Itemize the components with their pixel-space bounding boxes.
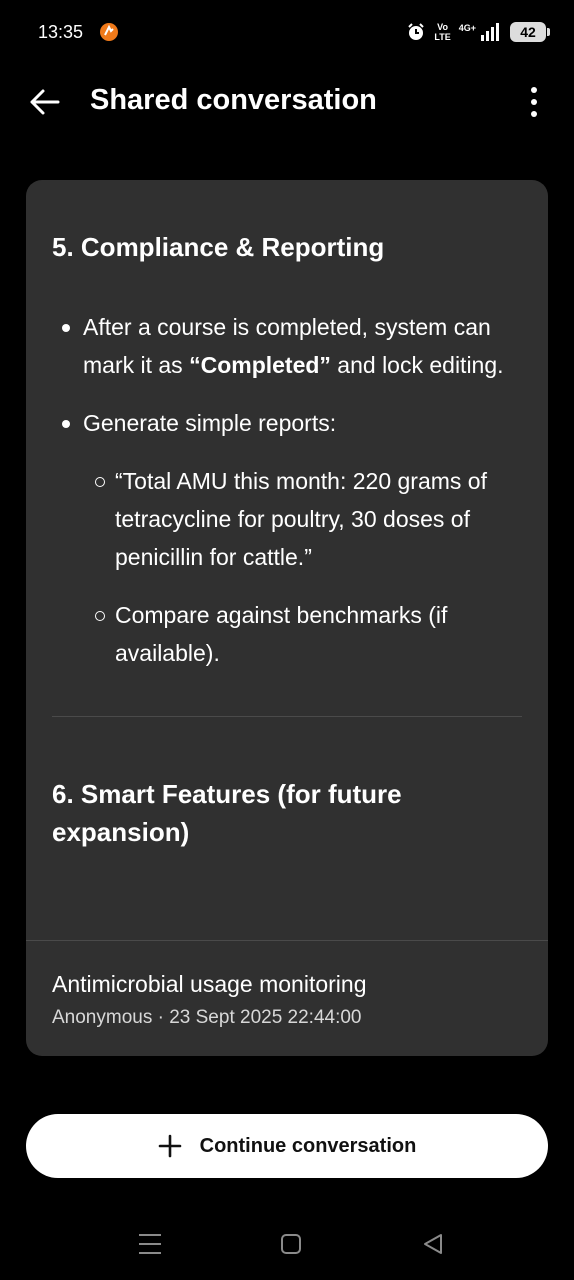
volte-indicator: Vo LTE <box>434 22 451 42</box>
conversation-author-date: Anonymous · 23 Sept 2025 22:44:00 <box>52 1007 362 1028</box>
more-vert-icon <box>531 87 537 93</box>
plus-icon <box>158 1134 181 1158</box>
list-item: Generate simple reports: “Total AMU this… <box>52 404 522 672</box>
app-header: Shared conversation <box>0 72 574 132</box>
nav-back-icon[interactable] <box>422 1233 444 1255</box>
page-title: Shared conversation <box>90 84 377 116</box>
app-notification-icon <box>100 23 118 41</box>
sub-bullet-list: “Total AMU this month: 220 grams of tetr… <box>83 462 522 672</box>
alarm-icon <box>408 23 425 40</box>
divider <box>52 716 522 717</box>
list-item: After a course is completed, system can … <box>52 308 522 384</box>
continue-label: Continue conversation <box>199 1134 417 1157</box>
battery-icon: 42 <box>510 22 550 42</box>
system-nav-bar <box>0 1216 574 1280</box>
recents-icon[interactable] <box>139 1234 161 1254</box>
more-options-button[interactable] <box>522 84 546 120</box>
back-arrow-icon <box>30 89 60 115</box>
sub-list-item: “Total AMU this month: 220 grams of tetr… <box>83 462 522 576</box>
conversation-meta: Antimicrobial usage monitoring Anonymous… <box>26 940 548 1033</box>
bullet-list: After a course is completed, system can … <box>52 308 522 672</box>
back-button[interactable] <box>24 84 64 120</box>
status-time: 13:35 <box>38 22 84 42</box>
conversation-title: Antimicrobial usage monitoring <box>52 971 367 997</box>
signal-icon <box>481 23 499 41</box>
status-icons: Vo LTE 4G+ 42 <box>406 20 550 44</box>
status-bar: 13:35 Vo LTE 4G+ 42 <box>0 0 574 64</box>
continue-conversation-button[interactable]: Continue conversation <box>26 1114 548 1178</box>
message-content: 5. Compliance & Reporting After a course… <box>26 228 548 851</box>
conversation-card[interactable]: 5. Compliance & Reporting After a course… <box>26 180 548 1056</box>
sub-list-item: Compare against benchmarks (if available… <box>83 596 522 672</box>
screen: 13:35 Vo LTE 4G+ 42 Shared conversation … <box>0 0 574 1280</box>
network-type: 4G+ <box>458 23 476 33</box>
home-icon[interactable] <box>281 1234 301 1254</box>
section-heading: 6. Smart Features (for future expansion) <box>52 779 402 847</box>
section-heading: 5. Compliance & Reporting <box>52 232 385 262</box>
